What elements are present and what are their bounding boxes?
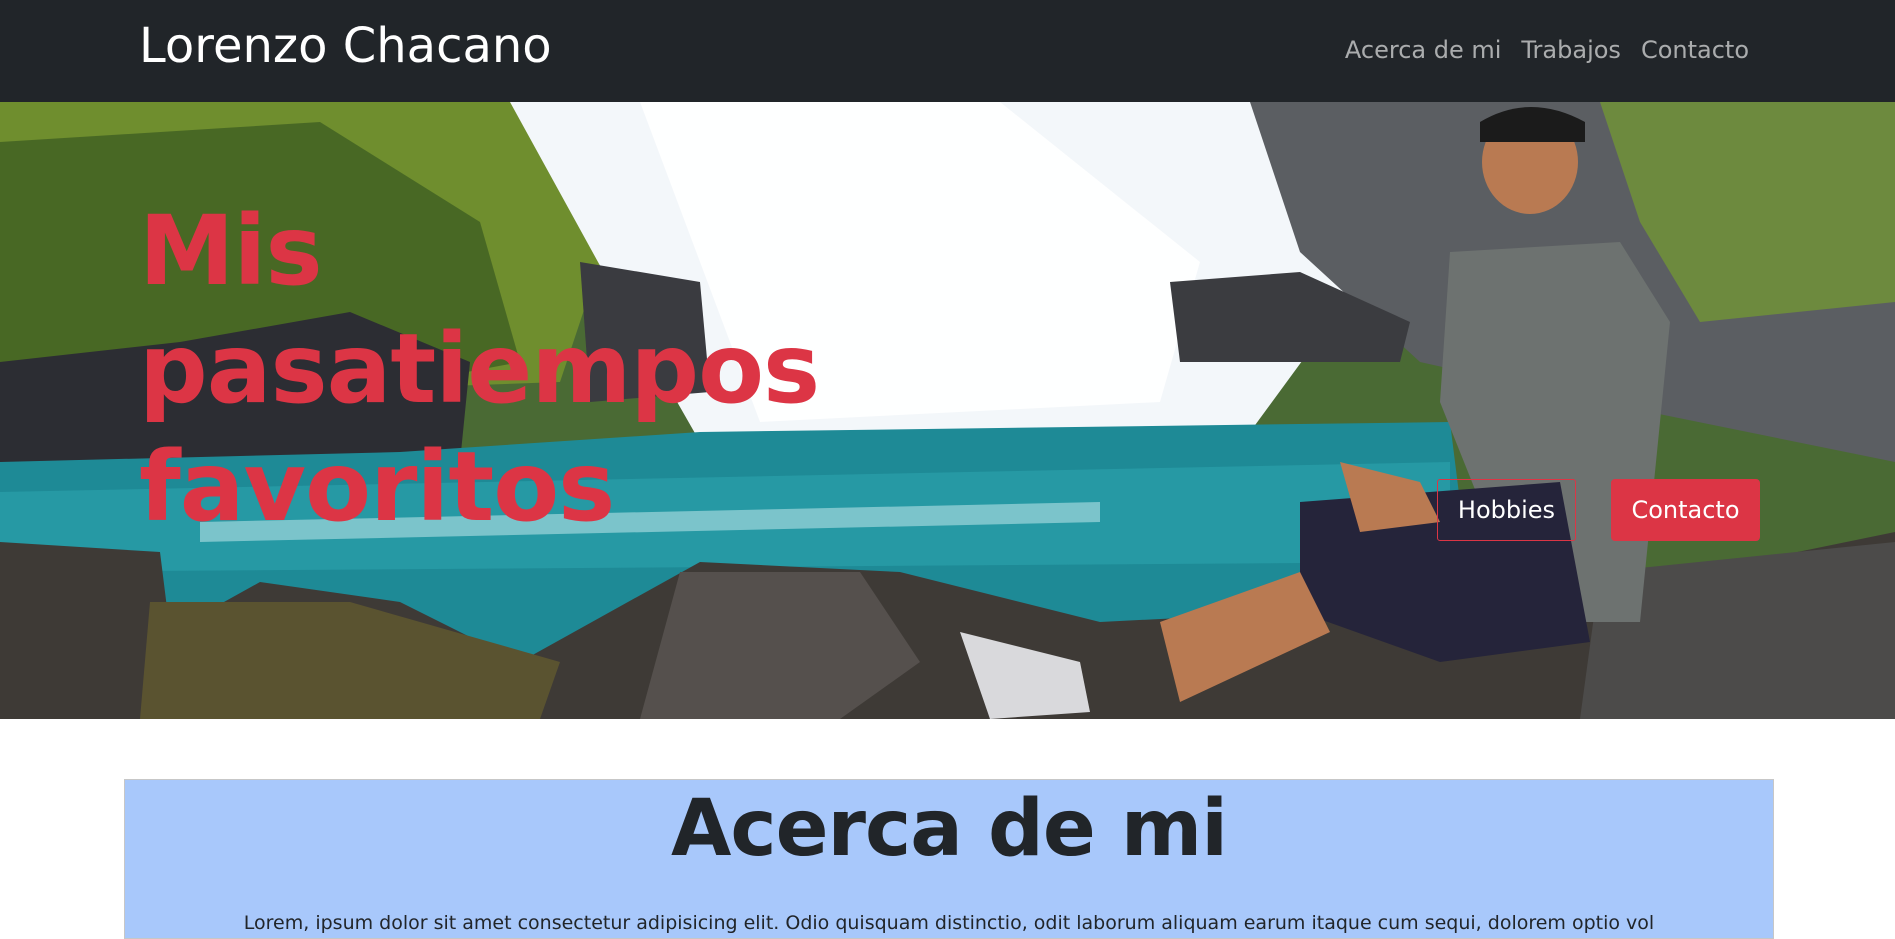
about-text: Lorem, ipsum dolor sit amet consectetur … xyxy=(243,912,1655,934)
hero-banner: Mis pasatiempos favoritos Hobbies Contac… xyxy=(0,102,1895,719)
hero-title: Mis pasatiempos favoritos xyxy=(139,195,820,543)
hobbies-button[interactable]: Hobbies xyxy=(1437,479,1576,541)
brand-link[interactable]: Lorenzo Chacano xyxy=(139,18,552,74)
contact-button[interactable]: Contacto xyxy=(1611,479,1760,541)
nav-link-works[interactable]: Trabajos xyxy=(1521,36,1621,64)
about-heading: Acerca de mi xyxy=(671,784,1228,874)
nav-link-about[interactable]: Acerca de mi xyxy=(1345,36,1502,64)
nav-link-contact[interactable]: Contacto xyxy=(1641,36,1749,64)
nav-links: Acerca de mi Trabajos Contacto xyxy=(1345,36,1749,64)
navbar: Lorenzo Chacano Acerca de mi Trabajos Co… xyxy=(0,0,1895,102)
about-section: Acerca de mi Lorem, ipsum dolor sit amet… xyxy=(124,779,1774,939)
